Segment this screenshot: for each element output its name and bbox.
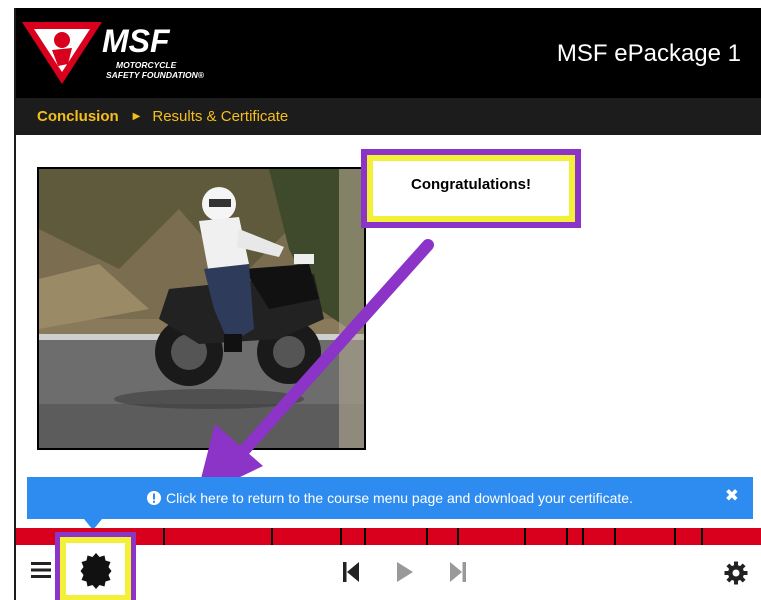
play-icon[interactable]: [396, 561, 414, 583]
info-icon: [147, 491, 162, 505]
motorcycle-photo: [37, 167, 366, 450]
breadcrumb: Conclusion ▶ Results & Certificate: [16, 98, 761, 135]
congratulations-text: Congratulations!: [411, 176, 531, 193]
menu-icon[interactable]: [30, 559, 52, 581]
certificate-icon[interactable]: [79, 551, 113, 591]
logo-subtitle-2: SAFETY FOUNDATION®: [106, 70, 205, 80]
logo-rider-head: [54, 32, 70, 48]
congratulations-highlight: Congratulations!: [361, 149, 581, 228]
msf-logo: MSF MOTORCYCLE SAFETY FOUNDATION®: [22, 22, 205, 84]
next-page-icon[interactable]: [449, 561, 467, 583]
app-title: MSF ePackage 1: [556, 40, 741, 67]
tooltip-content: Click here to return to the course menu …: [27, 477, 753, 519]
progress-segment-divider: [674, 528, 676, 545]
congratulations-box: Congratulations!: [373, 161, 569, 216]
breadcrumb-page: Results & Certificate: [152, 108, 289, 125]
congratulations-highlight-inner: Congratulations!: [367, 155, 575, 222]
logo-text: MSF: [102, 23, 171, 59]
progress-segment-divider: [426, 528, 428, 545]
progress-segment-divider: [701, 528, 703, 545]
progress-segment-divider: [340, 528, 342, 545]
progress-segment-divider: [614, 528, 616, 545]
progress-segment-divider: [364, 528, 366, 545]
breadcrumb-section[interactable]: Conclusion: [37, 108, 119, 125]
motorcycle-rider-image: [39, 169, 364, 448]
first-page-icon[interactable]: [342, 561, 360, 583]
progress-segment-divider: [524, 528, 526, 545]
logo-subtitle-1: MOTORCYCLE: [116, 60, 177, 70]
breadcrumb-separator-icon: ▶: [132, 111, 141, 122]
progress-segment-divider: [566, 528, 568, 545]
progress-segment-divider: [582, 528, 584, 545]
progress-segment-divider: [271, 528, 273, 545]
tooltip-text: Click here to return to the course menu …: [166, 490, 633, 506]
progress-segment-divider: [163, 528, 165, 545]
certificate-tooltip: Click here to return to the course menu …: [27, 477, 753, 519]
progress-segment-divider: [457, 528, 459, 545]
close-icon[interactable]: ✖: [725, 486, 739, 506]
settings-gear-icon[interactable]: [724, 561, 748, 585]
